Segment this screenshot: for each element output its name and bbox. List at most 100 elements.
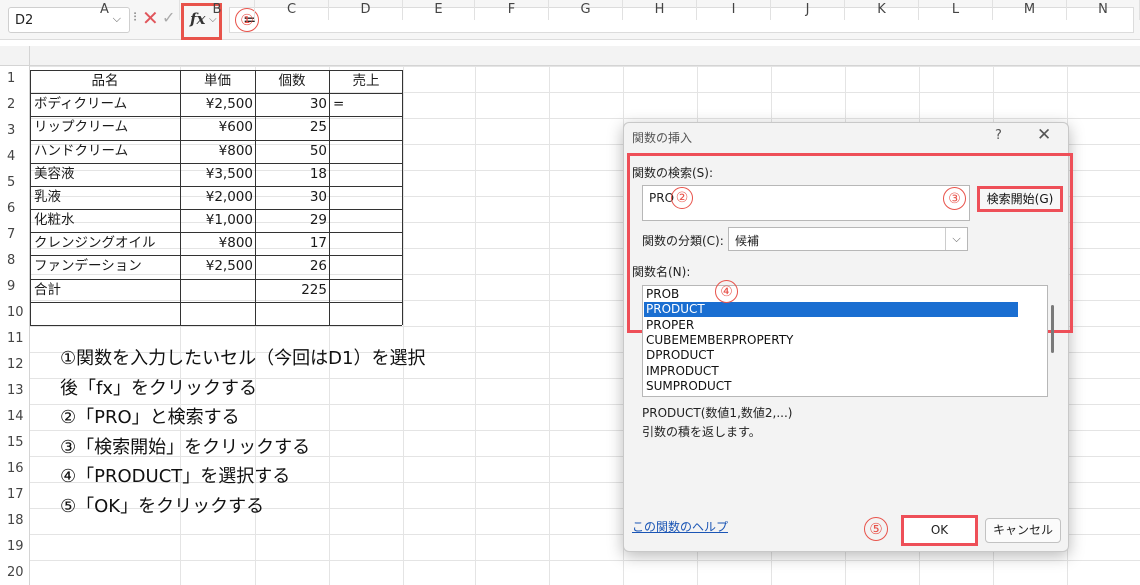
chevron-down-icon[interactable]: ⌵ [945, 228, 967, 250]
sales-cell[interactable] [329, 139, 403, 163]
column-header-i[interactable]: I [697, 0, 771, 20]
row-header-13[interactable]: 13 [0, 378, 30, 404]
function-list-item[interactable]: PROPER [644, 318, 1018, 333]
sales-cell[interactable] [329, 115, 403, 139]
column-header-d[interactable]: D [329, 0, 403, 20]
instruction-line: ④「PRODUCT」を選択する [60, 466, 291, 487]
quantity-cell[interactable]: 30 [255, 185, 329, 209]
unit-price-cell[interactable]: ¥800 [180, 139, 255, 163]
quantity-cell[interactable]: 29 [255, 208, 329, 232]
instruction-line: 後「fx」をクリックする [60, 377, 257, 399]
category-value: 候補 [735, 234, 760, 248]
search-go-button[interactable]: 検索開始(G) [977, 186, 1063, 212]
row-header-19[interactable]: 19 [0, 534, 30, 560]
cancel-button[interactable]: キャンセル [985, 518, 1061, 543]
table-header-cell[interactable]: 個数 [255, 69, 329, 93]
help-icon[interactable]: ? [995, 128, 1002, 143]
row-header-10[interactable]: 10 [0, 300, 30, 326]
quantity-cell[interactable]: 25 [255, 115, 329, 139]
unit-price-cell[interactable]: ¥600 [180, 115, 255, 139]
function-name-label: 関数名(N): [632, 265, 691, 279]
function-help-link[interactable]: この関数のヘルプ [632, 518, 728, 535]
column-header-bar [0, 46, 1140, 66]
row-header-9[interactable]: 9 [0, 274, 30, 300]
unit-price-cell[interactable]: ¥1,000 [180, 208, 255, 232]
category-label: 関数の分類(C): [642, 234, 724, 248]
unit-price-cell[interactable]: ¥800 [180, 231, 255, 255]
row-header-6[interactable]: 6 [0, 196, 30, 222]
function-list-item[interactable]: DPRODUCT [644, 348, 1018, 363]
product-name-cell[interactable]: ボディクリーム [30, 92, 180, 116]
product-name-cell[interactable]: 美容液 [30, 162, 180, 186]
column-header-n[interactable]: N [1067, 0, 1140, 20]
function-list-item[interactable]: PROB [644, 287, 1018, 302]
quantity-cell[interactable]: 50 [255, 139, 329, 163]
product-name-cell[interactable]: 化粧水 [30, 208, 180, 232]
sales-cell[interactable] [329, 185, 403, 209]
column-header-b[interactable]: B [180, 0, 255, 20]
table-header-cell[interactable]: 単価 [180, 69, 255, 93]
row-header-2[interactable]: 2 [0, 92, 30, 118]
category-select[interactable]: 候補 ⌵ [728, 227, 968, 251]
row-header-20[interactable]: 20 [0, 560, 30, 585]
product-name-cell[interactable]: 乳液 [30, 185, 180, 209]
column-header-l[interactable]: L [919, 0, 993, 20]
product-name-cell[interactable]: リップクリーム [30, 115, 180, 139]
row-header-16[interactable]: 16 [0, 456, 30, 482]
unit-price-cell[interactable]: ¥2,500 [180, 92, 255, 116]
row-header-4[interactable]: 4 [0, 144, 30, 170]
column-header-g[interactable]: G [549, 0, 623, 20]
row-header-14[interactable]: 14 [0, 404, 30, 430]
ok-button[interactable]: OK [901, 515, 978, 546]
column-header-m[interactable]: M [993, 0, 1067, 20]
table-header-cell[interactable]: 売上 [329, 69, 403, 93]
sales-cell[interactable]: = [329, 92, 403, 116]
sales-cell[interactable] [329, 162, 403, 186]
quantity-cell[interactable]: 17 [255, 231, 329, 255]
function-signature: PRODUCT(数値1,数値2,...) [642, 406, 793, 420]
step-marker-5: ⑤ [864, 517, 888, 541]
column-header-h[interactable]: H [623, 0, 697, 20]
function-list-item[interactable]: PRODUCT [644, 302, 1018, 318]
row-header-8[interactable]: 8 [0, 248, 30, 274]
close-icon[interactable]: ✕ [1037, 125, 1051, 145]
table-header-cell[interactable]: 品名 [30, 69, 180, 93]
column-header-f[interactable]: F [475, 0, 549, 20]
select-all-corner[interactable] [0, 46, 30, 66]
row-header-5[interactable]: 5 [0, 170, 30, 196]
product-name-cell[interactable]: ファンデーション [30, 254, 180, 278]
quantity-cell[interactable]: 26 [255, 254, 329, 278]
quantity-cell[interactable]: 18 [255, 162, 329, 186]
column-header-c[interactable]: C [255, 0, 329, 20]
list-scrollbar[interactable] [1051, 305, 1054, 353]
column-header-j[interactable]: J [771, 0, 845, 20]
column-header-e[interactable]: E [403, 0, 475, 20]
row-header-3[interactable]: 3 [0, 118, 30, 144]
gridline [549, 66, 550, 585]
sales-cell[interactable] [329, 231, 403, 255]
column-header-a[interactable]: A [30, 0, 180, 20]
sales-cell[interactable] [329, 254, 403, 278]
product-name-cell[interactable]: ハンドクリーム [30, 139, 180, 163]
unit-price-cell[interactable]: ¥2,000 [180, 185, 255, 209]
function-list-item[interactable]: CUBEMEMBERPROPERTY [644, 333, 1018, 348]
unit-price-cell[interactable]: ¥3,500 [180, 162, 255, 186]
function-list-item[interactable]: SUMPRODUCT [644, 379, 1018, 394]
total-label-cell[interactable]: 合計 [30, 278, 180, 302]
row-header-7[interactable]: 7 [0, 222, 30, 248]
total-quantity-cell[interactable]: 225 [255, 278, 329, 302]
row-header-1[interactable]: 1 [0, 66, 30, 92]
row-header-11[interactable]: 11 [0, 326, 30, 352]
function-list-item[interactable]: IMPRODUCT [644, 364, 1018, 379]
row-header-12[interactable]: 12 [0, 352, 30, 378]
function-list[interactable]: PROB PRODUCT PROPER CUBEMEMBERPROPERTY DPROD… [642, 285, 1048, 397]
unit-price-cell[interactable]: ¥2,500 [180, 254, 255, 278]
quantity-cell[interactable]: 30 [255, 92, 329, 116]
gridline [30, 66, 1140, 67]
sales-cell[interactable] [329, 208, 403, 232]
row-header-18[interactable]: 18 [0, 508, 30, 534]
row-header-15[interactable]: 15 [0, 430, 30, 456]
column-header-k[interactable]: K [845, 0, 919, 20]
product-name-cell[interactable]: クレンジングオイル [30, 231, 180, 255]
row-header-17[interactable]: 17 [0, 482, 30, 508]
